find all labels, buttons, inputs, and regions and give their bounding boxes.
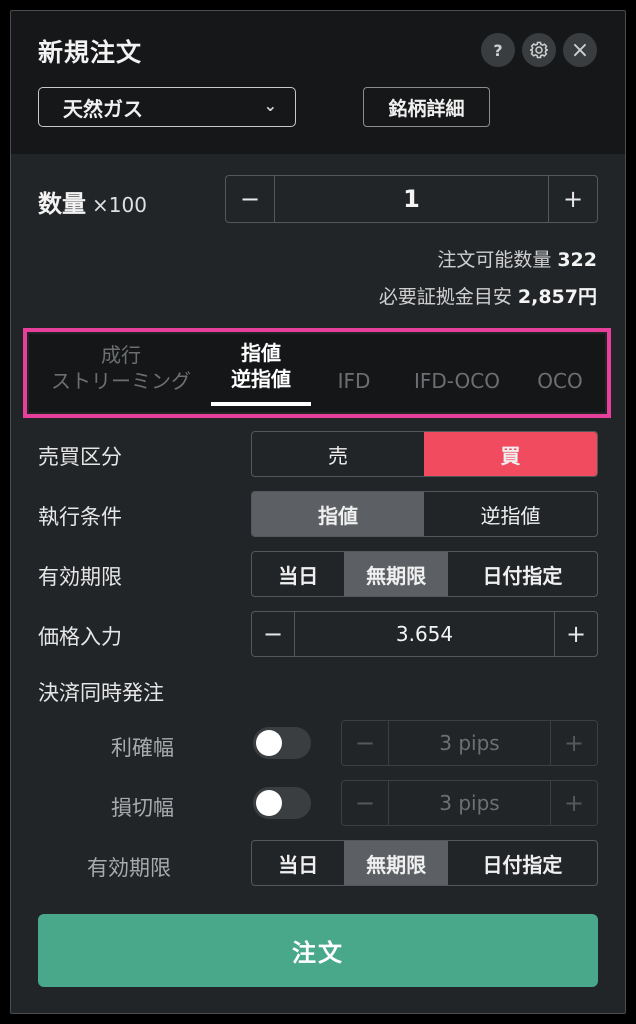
price-stepper: − 3.654 + — [251, 611, 598, 657]
expiry-indefinite-option[interactable]: 無期限 — [344, 552, 448, 596]
symbol-select[interactable]: 天然ガス ⌄ — [38, 87, 296, 127]
settlement-expiry-segmented-control: 当日 無期限 日付指定 — [251, 840, 598, 886]
close-icon[interactable]: × — [563, 33, 597, 67]
execution-label: 執行条件 — [38, 505, 122, 529]
expiry-today-option[interactable]: 当日 — [252, 552, 344, 596]
settlement-expiry-date-option[interactable]: 日付指定 — [448, 841, 597, 885]
required-margin: 必要証拠金目安 2,857円 — [379, 282, 597, 309]
stop-loss-toggle-knob — [256, 790, 282, 816]
new-order-panel: 新規注文 ? × 天然ガス ⌄ 銘柄詳細 数量 ×100 − 1 + 注文可能数量… — [10, 10, 626, 1014]
settlement-expiry-indefinite-option[interactable]: 無期限 — [344, 841, 448, 885]
take-profit-stepper: − 3 pips + — [341, 720, 598, 766]
settlement-expiry-today-option[interactable]: 当日 — [252, 841, 344, 885]
settlement-label: 決済同時発注 — [38, 681, 164, 705]
help-icon[interactable]: ? — [481, 33, 515, 67]
quantity-increment-button[interactable]: + — [549, 176, 597, 222]
chevron-down-icon: ⌄ — [263, 96, 277, 115]
sell-option[interactable]: 売 — [252, 432, 424, 476]
tabs-highlight-box — [23, 328, 611, 418]
price-decrement-button[interactable]: − — [252, 612, 294, 656]
execution-segmented-control: 指値 逆指値 — [251, 491, 598, 537]
price-label: 価格入力 — [38, 625, 122, 649]
settlement-expiry-label: 有効期限 — [87, 856, 171, 880]
available-quantity: 注文可能数量 322 — [437, 245, 597, 272]
take-profit-toggle[interactable] — [253, 727, 311, 759]
stop-loss-increment-button[interactable]: + — [551, 781, 597, 825]
available-quantity-value: 322 — [557, 249, 597, 271]
side-segmented-control: 売 買 — [251, 431, 598, 477]
quantity-label-text: 数量 — [38, 190, 86, 218]
stop-loss-toggle[interactable] — [253, 787, 311, 819]
expiry-date-option[interactable]: 日付指定 — [448, 552, 597, 596]
take-profit-decrement-button[interactable]: − — [342, 721, 388, 765]
take-profit-label: 利確幅 — [111, 736, 174, 760]
available-quantity-label: 注文可能数量 — [437, 249, 552, 271]
take-profit-increment-button[interactable]: + — [551, 721, 597, 765]
quantity-decrement-button[interactable]: − — [226, 176, 274, 222]
take-profit-input[interactable]: 3 pips — [388, 721, 551, 765]
price-input[interactable]: 3.654 — [294, 612, 555, 656]
panel-title: 新規注文 — [38, 38, 143, 67]
required-margin-label: 必要証拠金目安 — [378, 286, 512, 308]
price-increment-button[interactable]: + — [555, 612, 597, 656]
stop-loss-stepper: − 3 pips + — [341, 780, 598, 826]
side-label: 売買区分 — [38, 445, 122, 469]
stop-loss-input[interactable]: 3 pips — [388, 781, 551, 825]
stop-option[interactable]: 逆指値 — [424, 492, 597, 536]
expiry-segmented-control: 当日 無期限 日付指定 — [251, 551, 598, 597]
stop-loss-label: 損切幅 — [111, 796, 174, 820]
settings-gear-icon[interactable] — [522, 33, 556, 67]
required-margin-value: 2,857円 — [517, 286, 597, 308]
quantity-input[interactable]: 1 — [274, 176, 549, 222]
buy-option[interactable]: 買 — [424, 432, 597, 476]
expiry-label: 有効期限 — [38, 565, 122, 589]
panel-header: 新規注文 ? × 天然ガス ⌄ 銘柄詳細 — [11, 11, 625, 154]
symbol-detail-button[interactable]: 銘柄詳細 — [363, 87, 490, 127]
symbol-select-value: 天然ガス — [63, 96, 143, 121]
take-profit-toggle-knob — [256, 730, 282, 756]
limit-option[interactable]: 指値 — [252, 492, 424, 536]
stop-loss-decrement-button[interactable]: − — [342, 781, 388, 825]
quantity-multiplier: ×100 — [92, 193, 147, 217]
submit-order-button[interactable]: 注文 — [38, 914, 598, 987]
quantity-stepper: − 1 + — [225, 175, 598, 223]
quantity-label: 数量 ×100 — [38, 184, 147, 219]
